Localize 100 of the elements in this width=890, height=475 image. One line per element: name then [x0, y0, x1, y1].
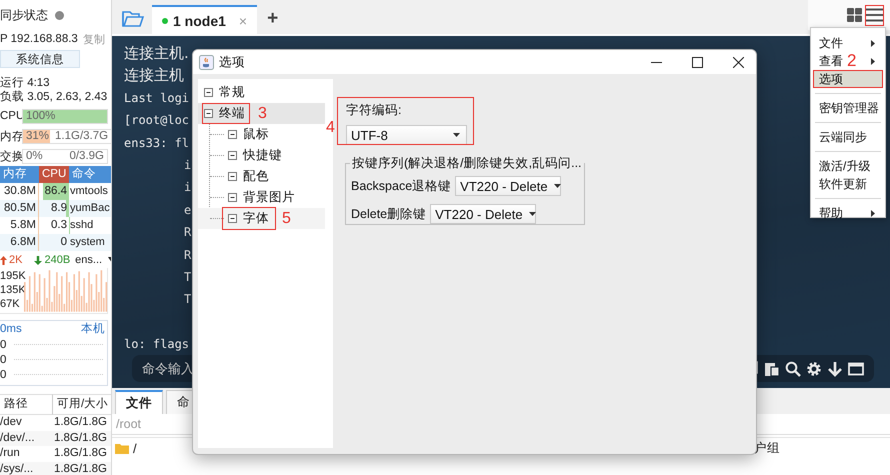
- menu-item[interactable]: 软件更新: [813, 175, 883, 193]
- axis-label: 67K: [0, 298, 21, 311]
- submenu-arrow-icon: [871, 40, 875, 46]
- window-icon[interactable]: [848, 360, 864, 377]
- latency-value: 0: [0, 368, 6, 380]
- submenu-arrow-icon: [871, 210, 875, 216]
- panel-tab[interactable]: 文件: [115, 390, 163, 414]
- menu-item[interactable]: 查看: [813, 52, 849, 70]
- java-cup-icon: [199, 54, 214, 70]
- menu-item[interactable]: 帮助: [813, 204, 849, 222]
- menu-item[interactable]: 激活/升级: [813, 157, 883, 175]
- terminal-line: 连接主机: [124, 65, 184, 86]
- submenu-arrow-icon: [871, 58, 875, 64]
- uptime-text: 运行 4:13: [0, 76, 51, 90]
- meter-reading: 0%: [25, 150, 44, 162]
- menu-item[interactable]: 云端同步: [813, 128, 883, 146]
- collapse-icon: [228, 214, 237, 223]
- table-cell: 8.9: [51, 202, 67, 214]
- terminal-line: i: [183, 156, 192, 174]
- session-tab[interactable]: 1 node1 ×: [152, 5, 258, 34]
- meter-reading: 31%: [25, 130, 50, 142]
- column-header[interactable]: CPU: [39, 166, 69, 183]
- terminal-line: ens33: fl: [124, 134, 190, 152]
- add-tab-button[interactable]: +: [267, 8, 278, 30]
- terminal-line: lo: flags: [124, 336, 190, 354]
- table-cell: 6.8M: [0, 234, 39, 251]
- folder-icon: [115, 442, 129, 454]
- upload-rate: 2K: [9, 254, 22, 266]
- terminal-line: R: [183, 246, 192, 264]
- terminal-line: R: [183, 224, 192, 242]
- table-cell: /sys/...: [0, 462, 52, 475]
- column-header[interactable]: 户组: [754, 440, 890, 456]
- menu-item[interactable]: 文件: [813, 34, 849, 52]
- maximize-icon: [692, 56, 702, 68]
- paste-icon[interactable]: [764, 360, 780, 377]
- settings-icon[interactable]: [806, 360, 822, 377]
- encoding-dropdown[interactable]: UTF-8: [346, 125, 467, 145]
- annotation-number: 3: [258, 106, 267, 122]
- interface-name[interactable]: ens...: [75, 254, 102, 266]
- field-label: 字符编码:: [346, 102, 402, 119]
- caret-down-icon: [453, 133, 460, 137]
- table-cell-text: /run: [0, 446, 21, 461]
- table-cell-text: 1.8G/1.8G: [52, 446, 108, 461]
- table-cell-text: 1.8G/1.8G: [52, 415, 108, 430]
- meter-label: 内存: [0, 130, 20, 144]
- latency-value: 0: [0, 354, 6, 366]
- load-text: 负载 3.05, 2.63, 2.43: [0, 90, 108, 104]
- annotation-number: 2: [847, 53, 856, 69]
- folder-icon[interactable]: [122, 10, 144, 28]
- search-icon[interactable]: [785, 360, 801, 377]
- tree-item[interactable]: 终端 3: [198, 103, 325, 124]
- download-arrow-icon: [34, 256, 42, 264]
- dialog-title: 选项: [219, 54, 246, 70]
- terminal-line: e: [183, 202, 192, 219]
- terminal-line: i: [183, 179, 192, 196]
- terminal-line: T: [183, 268, 192, 286]
- axis-label: 135K: [0, 284, 24, 297]
- table-cell: 0.3: [51, 219, 67, 231]
- key-dropdown[interactable]: VT220 - Delete: [430, 204, 536, 224]
- status-label: 同步状态: [0, 6, 48, 24]
- latency-label: 0ms: [0, 322, 22, 337]
- download-rate: 240B: [44, 254, 70, 266]
- tree-item[interactable]: 配色: [198, 166, 325, 187]
- ip-address: P 192.168.88.3: [0, 33, 78, 45]
- axis-label: 195K: [0, 270, 24, 283]
- collapse-icon: [228, 151, 237, 160]
- tree-item[interactable]: 鼠标: [198, 124, 325, 145]
- upload-arrow-icon: [0, 256, 7, 264]
- field-label: Delete删除键: [351, 206, 426, 222]
- collapse-icon: [204, 109, 213, 118]
- table-cell: 1.8G/1.8G: [52, 462, 111, 475]
- tree-item[interactable]: 快捷键: [198, 145, 325, 166]
- terminal-line: Last logi: [124, 90, 190, 107]
- annotation-number: 4: [326, 120, 335, 136]
- table-cell-text: sshd: [69, 218, 94, 233]
- menu-icon[interactable]: [866, 8, 883, 22]
- file-item[interactable]: /: [112, 440, 754, 456]
- key-dropdown[interactable]: VT220 - Delete: [455, 176, 562, 196]
- tree-item[interactable]: 背景图片: [198, 187, 325, 208]
- collapse-icon: [228, 172, 237, 181]
- meter-detail: 0/3.9G: [68, 150, 105, 162]
- caret-down-icon: [528, 212, 536, 216]
- column-header[interactable]: 可用/大小: [52, 394, 111, 415]
- column-header[interactable]: 路径: [0, 394, 52, 415]
- table-cell: 1.8G/1.8G: [52, 430, 111, 446]
- collapse-icon: [204, 88, 213, 97]
- menu-item[interactable]: 密钥管理器: [813, 99, 885, 117]
- table-cell: 80.5M: [0, 200, 39, 217]
- down-arrow-icon[interactable]: [827, 360, 843, 377]
- meter-reading: 100%: [25, 110, 56, 122]
- tab-label: 1 node1: [173, 12, 226, 28]
- system-info-button[interactable]: 系统信息: [0, 50, 80, 68]
- field-label: Backspace退格键: [351, 178, 452, 194]
- table-cell: 86.4: [44, 185, 67, 197]
- tree-item[interactable]: 常规: [198, 82, 325, 103]
- host-label: 本机: [81, 322, 105, 337]
- tree-item[interactable]: 字体 5: [198, 208, 325, 229]
- grid-icon[interactable]: [847, 8, 862, 22]
- terminal-line: T: [183, 291, 192, 308]
- annotation-number: 5: [282, 211, 291, 227]
